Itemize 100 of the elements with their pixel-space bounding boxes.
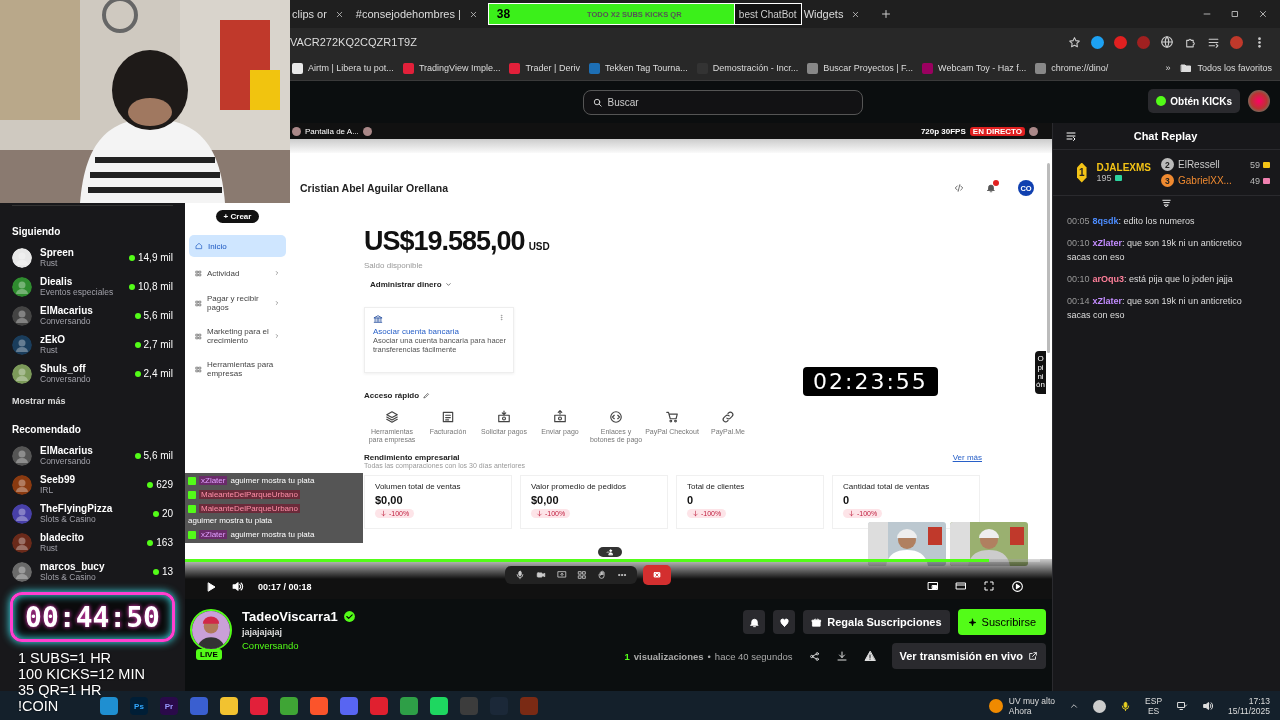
bookmark-link[interactable]: Trader | Deriv — [525, 63, 580, 73]
nav-item[interactable]: Marketing para el crecimiento — [189, 322, 286, 350]
channel-name[interactable]: Shuls_off — [40, 363, 127, 374]
participants-button[interactable] — [598, 547, 622, 557]
play-button[interactable] — [205, 580, 217, 593]
chevron-up-icon[interactable] — [1069, 701, 1080, 711]
nav-item[interactable]: Actividad — [189, 262, 286, 284]
close-icon[interactable] — [851, 9, 861, 19]
bookmark-link[interactable]: Webcam Toy - Haz f... — [938, 63, 1027, 73]
theater-icon[interactable] — [955, 580, 967, 592]
bookmark-star-icon[interactable] — [1068, 35, 1081, 49]
speed-icon[interactable] — [1011, 580, 1024, 593]
folder-icon[interactable] — [220, 697, 238, 715]
notifications-button[interactable] — [743, 610, 766, 634]
layers-icon[interactable] — [385, 410, 399, 424]
close-icon[interactable] — [468, 9, 478, 19]
channel-name[interactable]: Spreen — [40, 247, 121, 258]
report-button[interactable] — [863, 650, 876, 662]
show-more-link[interactable]: Mostrar más — [12, 396, 173, 406]
new-tab-icon[interactable] — [880, 8, 893, 20]
bookmark-link[interactable]: Demostración - Incr... — [712, 63, 799, 73]
bookmark-link[interactable]: Airtm | Libera tu pot... — [308, 63, 394, 73]
video-player[interactable] — [185, 123, 1052, 599]
network-icon[interactable] — [1176, 700, 1189, 712]
restore-icon[interactable] — [1230, 9, 1240, 19]
app-icon[interactable]: Ps — [130, 697, 148, 715]
deriv-icon[interactable] — [250, 697, 268, 715]
link-icon[interactable] — [721, 410, 735, 424]
search-field[interactable]: Buscar — [582, 89, 863, 115]
see-more-link[interactable]: Ver más — [952, 453, 982, 463]
weather-text[interactable]: UV muy alto — [1008, 695, 1056, 706]
volume-icon[interactable] — [1202, 700, 1215, 712]
extension-icon[interactable] — [1091, 35, 1104, 49]
request-icon[interactable] — [497, 410, 511, 424]
channel-name[interactable]: TadeoViscarra1 — [242, 609, 338, 624]
extension-icon[interactable] — [1114, 35, 1127, 49]
opera-icon[interactable] — [370, 697, 388, 715]
edge-icon[interactable] — [100, 697, 118, 715]
bookmark-link[interactable]: TradingView Imple... — [418, 63, 501, 73]
grid-icon[interactable] — [577, 570, 587, 580]
share-screen-icon[interactable] — [557, 570, 567, 580]
code-icon[interactable] — [954, 183, 964, 193]
all-bookmarks-link[interactable]: Todos los favoritos — [1197, 63, 1272, 73]
channel-name[interactable]: ElMacarius — [40, 445, 127, 456]
close-icon[interactable] — [1258, 9, 1268, 19]
hand-icon[interactable] — [597, 570, 607, 580]
keyboard-layout[interactable]: ES — [1147, 706, 1160, 717]
spotify-icon[interactable] — [430, 697, 448, 715]
pencil-icon[interactable] — [423, 392, 431, 399]
stream-category[interactable]: Conversando — [242, 640, 615, 651]
minecraft-icon[interactable] — [280, 697, 298, 715]
channel-avatar[interactable] — [190, 609, 232, 651]
expand-icon[interactable] — [1161, 198, 1172, 209]
channel-name[interactable]: bladecito — [40, 532, 140, 543]
nav-item[interactable]: Inicio — [189, 235, 286, 257]
more-bookmarks-button[interactable]: » — [1165, 63, 1171, 73]
clock-time[interactable]: 17:13 — [1248, 695, 1270, 706]
bookmark-link[interactable]: chrome://dino/ — [1051, 63, 1109, 73]
cart-icon[interactable] — [665, 410, 679, 424]
channel-name[interactable]: ElMacarius — [40, 305, 127, 316]
bell-icon[interactable] — [986, 183, 996, 193]
clock-date[interactable]: 15/11/2025 — [1228, 706, 1270, 717]
nav-item[interactable]: Pagar y recibir pagos — [189, 289, 286, 317]
brave-icon[interactable] — [310, 697, 328, 715]
profile-icon[interactable] — [1230, 35, 1243, 49]
bookmark-link[interactable]: Tekken Tag Tourna... — [604, 63, 688, 73]
send-icon[interactable] — [553, 410, 567, 424]
manage-money-button[interactable]: Administrar dinero — [370, 280, 442, 289]
camera-icon[interactable] — [535, 570, 547, 580]
download-button[interactable] — [835, 650, 848, 662]
discord-icon[interactable] — [340, 697, 358, 715]
tray-icon[interactable] — [1093, 699, 1107, 713]
volume-button[interactable] — [231, 580, 244, 593]
channel-name[interactable]: marcos_bucy — [40, 561, 145, 572]
globe-icon[interactable] — [1160, 35, 1174, 49]
end-call-button[interactable] — [643, 565, 671, 585]
language-code[interactable]: ESP — [1145, 695, 1163, 706]
pip-icon[interactable] — [927, 580, 939, 592]
bookmark-link[interactable]: Buscar Proyectos | F... — [823, 63, 914, 73]
channel-name[interactable]: Seeb99 — [40, 474, 140, 485]
get-kicks-button[interactable]: Obtén KICKs — [1148, 89, 1240, 113]
channel-name[interactable]: zEkO — [40, 334, 127, 345]
gift-subs-button[interactable]: Regala Suscripciones — [803, 610, 950, 634]
chrome-icon[interactable] — [400, 697, 418, 715]
browser-tab[interactable]: #consejodehombres | — [355, 8, 461, 20]
code-icon[interactable] — [609, 410, 623, 424]
mic-icon[interactable] — [515, 570, 525, 580]
feedback-tab[interactable]: Opinión — [1035, 351, 1046, 395]
app-icon[interactable]: Pr — [160, 697, 178, 715]
browser-tab[interactable]: clips or — [292, 8, 327, 20]
channel-name[interactable]: TheFlyingPizza — [40, 503, 145, 514]
user-avatar[interactable] — [1248, 90, 1270, 112]
follow-button[interactable] — [773, 610, 796, 634]
tab-title[interactable]: best ChatBot — [734, 3, 802, 25]
share-button[interactable] — [808, 650, 820, 662]
mic-icon[interactable] — [1120, 700, 1132, 712]
watch-live-button[interactable]: Ver transmisión en vivo — [891, 643, 1046, 669]
bank-link[interactable]: Asociar cuenta bancaria — [373, 327, 505, 336]
collapse-icon[interactable] — [1065, 130, 1077, 142]
fullscreen-icon[interactable] — [983, 580, 995, 592]
